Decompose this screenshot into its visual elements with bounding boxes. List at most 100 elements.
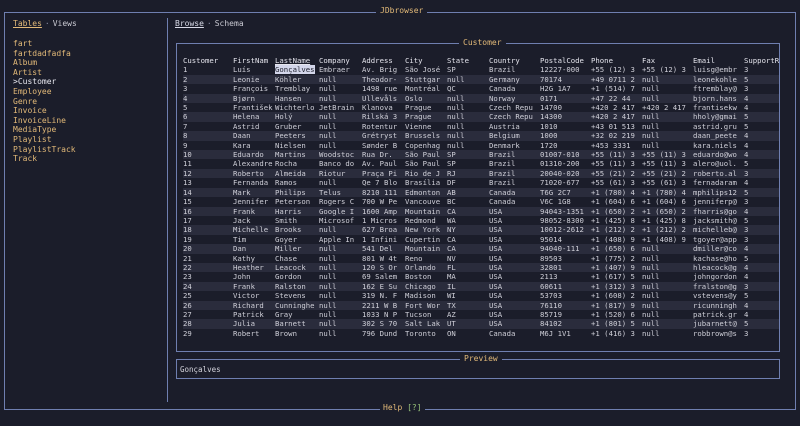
- column-header[interactable]: Email: [693, 56, 744, 65]
- table-row[interactable]: 12 Roberto Almeida Riotur Praça Pi Rio de J RJ…: [183, 168, 779, 179]
- table-cell[interactable]: Canada: [489, 197, 540, 206]
- table-cell[interactable]: Grétryst: [362, 131, 405, 141]
- table-cell[interactable]: Jennifer: [233, 197, 275, 206]
- table-cell[interactable]: null: [447, 74, 489, 85]
- column-header[interactable]: Company: [319, 56, 362, 65]
- table-cell[interactable]: Gordon: [275, 272, 319, 281]
- table-cell[interactable]: mphilips12: [693, 187, 744, 198]
- table-cell[interactable]: Stuttgar: [405, 74, 447, 85]
- table-row[interactable]: 20 Dan Miller null 541 Del Mountain CA USA 94040…: [183, 244, 779, 254]
- table-cell[interactable]: Ramos: [275, 178, 319, 187]
- table-cell[interactable]: Brazil: [489, 168, 540, 179]
- table-cell[interactable]: Brussels: [405, 131, 447, 141]
- table-cell[interactable]: patrick.gr: [693, 310, 744, 319]
- table-cell[interactable]: daan_peete: [693, 131, 744, 141]
- table-cell[interactable]: Theodor-: [362, 74, 405, 85]
- table-cell[interactable]: Rio de J: [405, 168, 447, 179]
- table-cell[interactable]: Tim: [233, 235, 275, 244]
- table-cell[interactable]: 20040-020: [540, 168, 591, 179]
- table-cell[interactable]: null: [642, 272, 693, 281]
- table-cell[interactable]: null: [447, 131, 489, 141]
- table-cell[interactable]: Peeters: [275, 131, 319, 141]
- tab-views[interactable]: Views: [53, 19, 77, 28]
- sidebar-item-fartdadfadfa[interactable]: fartdadfadfa: [13, 49, 76, 59]
- table-cell[interactable]: null: [642, 300, 693, 310]
- table-cell[interactable]: null: [642, 122, 693, 131]
- table-cell[interactable]: jacksmith@: [693, 216, 744, 225]
- table-cell[interactable]: USA: [489, 281, 540, 292]
- column-header[interactable]: SupportRep: [744, 56, 779, 65]
- table-cell[interactable]: 32801: [540, 262, 591, 273]
- sidebar-item-track[interactable]: Track: [13, 154, 76, 164]
- table-cell[interactable]: 3: [183, 84, 233, 93]
- table-cell[interactable]: null: [319, 141, 362, 150]
- table-cell[interactable]: +55 (61) 3: [642, 178, 693, 187]
- table-cell[interactable]: kara.niels: [693, 141, 744, 150]
- table-cell[interactable]: 21: [183, 254, 233, 263]
- table-cell[interactable]: +32 02 219: [591, 131, 642, 141]
- table-cell[interactable]: CA: [447, 244, 489, 254]
- table-cell[interactable]: 85719: [540, 310, 591, 319]
- table-cell[interactable]: Gonçalves: [275, 65, 319, 75]
- table-cell[interactable]: leonekohle: [693, 74, 744, 85]
- table-row[interactable]: 5 František Wichterlo JetBrain Klanova Prague…: [183, 103, 779, 112]
- table-cell[interactable]: null: [319, 131, 362, 141]
- table-cell[interactable]: Daan: [233, 131, 275, 141]
- table-cell[interactable]: null: [642, 281, 693, 292]
- table-cell[interactable]: NY: [447, 225, 489, 235]
- table-cell[interactable]: 17: [183, 216, 233, 225]
- table-cell[interactable]: František: [233, 103, 275, 112]
- table-row[interactable]: 13 Fernanda Ramos null Qe 7 Blo Brasília DF Bra…: [183, 178, 779, 187]
- table-row[interactable]: 17 Jack Smith Microsof 1 Micros Redmond WA USA 9…: [183, 216, 779, 225]
- table-cell[interactable]: 84102: [540, 319, 591, 329]
- table-cell[interactable]: Köhler: [275, 74, 319, 85]
- table-cell[interactable]: 1: [183, 65, 233, 74]
- table-cell[interactable]: +1 (416) 3: [591, 329, 642, 338]
- table-cell[interactable]: 98052-8300: [540, 216, 591, 225]
- column-header[interactable]: Fax: [642, 56, 693, 65]
- table-cell[interactable]: 1 Infini: [362, 235, 405, 244]
- table-cell[interactable]: Ralston: [275, 281, 319, 292]
- table-cell[interactable]: +55 (11) 3: [591, 159, 642, 168]
- table-cell[interactable]: +55 (11) 3: [642, 159, 693, 168]
- table-cell[interactable]: Google I: [319, 206, 362, 216]
- table-cell[interactable]: null: [642, 262, 693, 273]
- table-cell[interactable]: AZ: [447, 310, 489, 319]
- table-cell[interactable]: Smith: [275, 216, 319, 225]
- table-cell[interactable]: ftremblay@: [693, 84, 744, 93]
- table-cell[interactable]: Vienne: [405, 122, 447, 131]
- table-cell[interactable]: +1 (604) 6: [591, 197, 642, 206]
- table-cell[interactable]: 5: [744, 319, 779, 329]
- table-row[interactable]: 21 Kathy Chase null 801 W 4t Reno NV USA 89503 +1…: [183, 254, 779, 263]
- table-cell[interactable]: IL: [447, 281, 489, 292]
- table-cell[interactable]: Av. Paul: [362, 159, 405, 168]
- table-cell[interactable]: Fort Wor: [405, 300, 447, 310]
- table-cell[interactable]: null: [319, 122, 362, 131]
- table-cell[interactable]: null: [319, 281, 362, 292]
- table-cell[interactable]: 0171: [540, 93, 591, 104]
- table-cell[interactable]: USA: [489, 244, 540, 254]
- sidebar-item-playlisttrack[interactable]: PlaylistTrack: [13, 145, 76, 155]
- table-row[interactable]: 18 Michelle Brooks null 627 Broa New York NY US…: [183, 225, 779, 235]
- table-cell[interactable]: Victor: [233, 291, 275, 300]
- table-cell[interactable]: +1 (604) 6: [642, 197, 693, 206]
- table-cell[interactable]: Kathy: [233, 254, 275, 263]
- table-cell[interactable]: Brown: [275, 329, 319, 338]
- column-header[interactable]: Customer: [183, 56, 233, 65]
- table-cell[interactable]: +1 (408) 9: [591, 235, 642, 244]
- table-cell[interactable]: Vancouve: [405, 197, 447, 206]
- table-cell[interactable]: Mountain: [405, 244, 447, 254]
- tab-schema[interactable]: Schema: [215, 19, 244, 28]
- table-cell[interactable]: 4: [744, 244, 779, 254]
- table-cell[interactable]: USA: [489, 254, 540, 263]
- data-grid[interactable]: Customer FirstNam LastName Company Address Ci…: [183, 56, 779, 350]
- table-cell[interactable]: Julia: [233, 319, 275, 329]
- table-cell[interactable]: USA: [489, 262, 540, 273]
- table-cell[interactable]: 4: [744, 103, 779, 112]
- table-cell[interactable]: 3: [744, 168, 779, 179]
- table-cell[interactable]: Rua Dr.: [362, 150, 405, 160]
- table-cell[interactable]: Almeida: [275, 168, 319, 179]
- table-cell[interactable]: Klanova: [362, 103, 405, 112]
- table-cell[interactable]: Austria: [489, 122, 540, 131]
- table-cell[interactable]: Leacock: [275, 262, 319, 273]
